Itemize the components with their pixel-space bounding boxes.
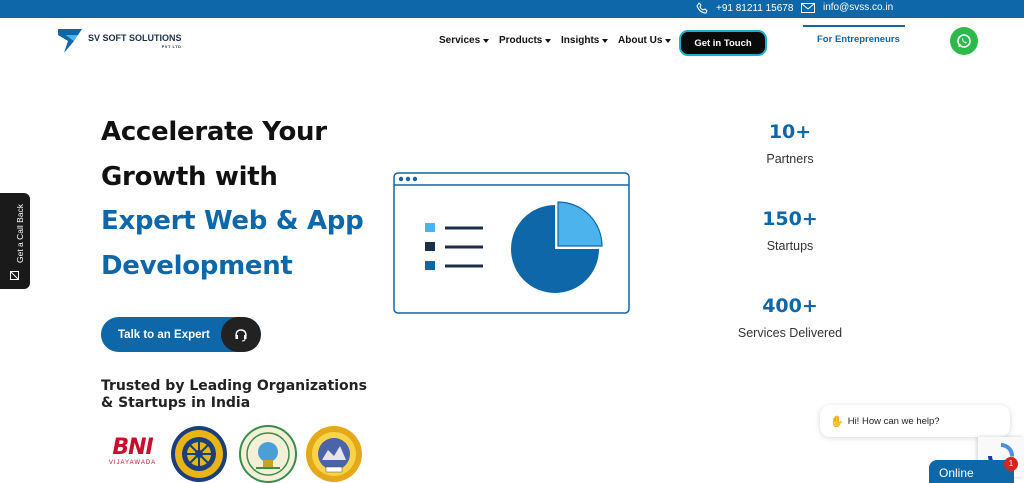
sv-logo-icon (58, 29, 82, 53)
chevron-down-icon (545, 38, 552, 43)
hero-line-1: Accelerate Your (101, 117, 327, 147)
talk-to-expert-label: Talk to an Expert (118, 328, 210, 341)
trusted-heading: Trusted by Leading Organizations & Start… (101, 378, 367, 411)
nav-about-us[interactable]: About Us (618, 35, 672, 46)
emblem-logo (306, 426, 362, 482)
email-address: info@svss.co.in (823, 2, 894, 13)
chat-greeting-text: Hi! How can we help? (847, 415, 940, 427)
chat-greeting-bubble[interactable]: ✋ Hi! How can we help? (820, 405, 1010, 437)
government-seal-logo (239, 425, 297, 483)
get-in-touch-button[interactable]: Get in Touch (681, 32, 765, 54)
main-navigation: SV SOFT SOLUTIONS PVT LTD Services Produ… (0, 18, 1024, 68)
nav-insights[interactable]: Insights (561, 35, 609, 46)
mail-icon (801, 2, 815, 13)
hero-line-4: Development (101, 251, 293, 281)
brand-logo[interactable]: SV SOFT SOLUTIONS PVT LTD (56, 27, 182, 53)
wave-icon: ✋ (830, 415, 844, 428)
callback-icon (10, 271, 19, 280)
bni-logo: BNI VIJAYAWADA (108, 435, 157, 466)
stat-startups-value: 150+ (762, 208, 818, 230)
phone-contact[interactable]: +91 81211 15678 (696, 2, 793, 14)
chevron-down-icon (483, 38, 490, 43)
stat-startups-label: Startups (766, 239, 814, 253)
headset-icon (235, 328, 247, 341)
phone-number: +91 81211 15678 (716, 2, 794, 14)
nav-products[interactable]: Products (499, 35, 552, 46)
chevron-down-icon (665, 38, 672, 43)
for-entrepreneurs-link[interactable]: For Entrepreneurs (803, 25, 905, 51)
hero-line-2: Growth with (101, 162, 278, 192)
talk-to-expert-button[interactable]: Talk to an Expert (101, 317, 261, 352)
stat-services-value: 400+ (762, 295, 818, 317)
dashboard-illustration (393, 172, 630, 314)
stat-partners-value: 10+ (768, 121, 812, 143)
rotary-logo (171, 426, 227, 482)
nav-services[interactable]: Services (439, 35, 490, 46)
whatsapp-icon (957, 34, 971, 48)
chat-online-button[interactable]: Online (929, 460, 1014, 483)
brand-name: SV SOFT SOLUTIONS PVT LTD (88, 33, 182, 49)
phone-icon (696, 2, 708, 14)
email-contact[interactable]: info@svss.co.in (801, 2, 893, 13)
stat-partners-label: Partners (766, 152, 814, 166)
get-a-call-back-tab[interactable]: Get a Call Back (0, 193, 30, 289)
chevron-down-icon (602, 38, 609, 43)
chat-notification-badge: 1 (1004, 457, 1018, 471)
hero-line-3: Expert Web & App (101, 206, 364, 236)
top-contact-bar: +91 81211 15678 info@svss.co.in (0, 0, 1024, 18)
call-back-label: Get a Call Back (15, 203, 25, 263)
whatsapp-button[interactable] (950, 27, 978, 55)
stat-services-label: Services Delivered (737, 326, 843, 340)
headset-icon-wrapper (221, 317, 261, 352)
chat-status-text: Online (939, 466, 974, 480)
